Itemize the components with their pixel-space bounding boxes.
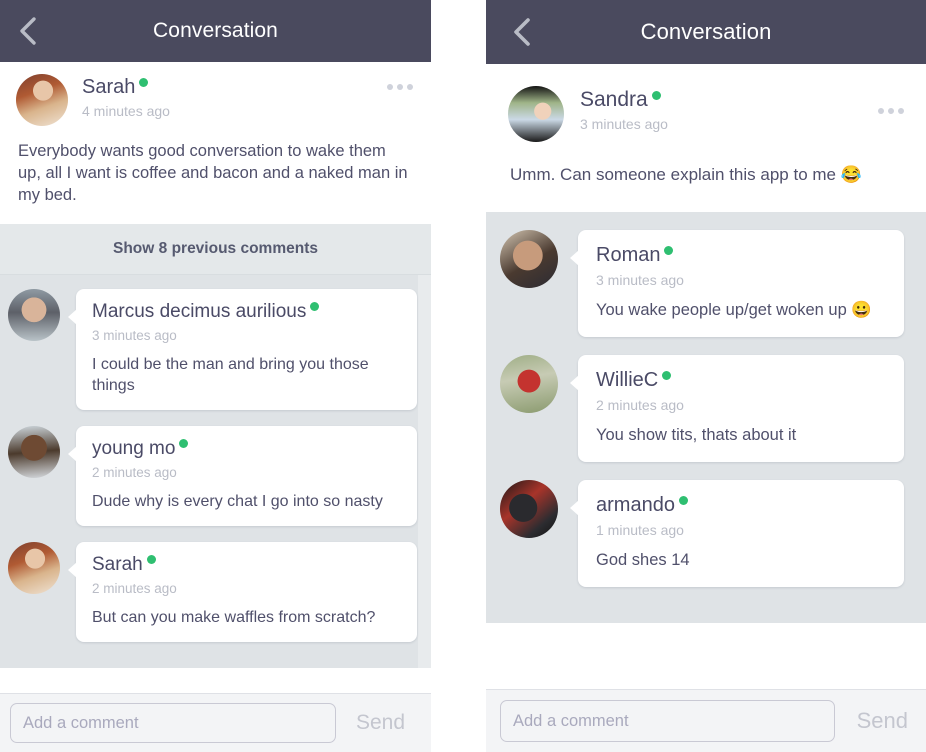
comment-text: I could be the man and bring you those t… xyxy=(92,356,369,394)
thread-scroll-right[interactable]: Sandra 3 minutes ago Umm. Can someone ex… xyxy=(486,64,926,689)
screenshot-stage: Conversation Sarah 4 minutes ago Everybo… xyxy=(0,0,926,752)
comment-item: Sarah 2 minutes ago But can you make waf… xyxy=(0,542,431,658)
more-options-icon[interactable] xyxy=(387,84,413,90)
comment-author[interactable]: WillieC xyxy=(596,369,658,392)
conversation-panel-left: Conversation Sarah 4 minutes ago Everybo… xyxy=(0,0,431,752)
comment-bubble[interactable]: armando 1 minutes ago God shes 14 xyxy=(578,480,904,587)
comment-bubble-wrap: Marcus decimus aurilious 3 minutes ago I… xyxy=(76,289,417,410)
online-status-icon xyxy=(310,302,320,311)
post-timestamp: 4 minutes ago xyxy=(82,103,170,119)
comment-bubble[interactable]: Sarah 2 minutes ago But can you make waf… xyxy=(76,542,417,642)
comment-bubble-wrap: Sarah 2 minutes ago But can you make waf… xyxy=(76,542,417,642)
comment-timestamp: 2 minutes ago xyxy=(92,465,177,480)
comment-bubble-wrap: Roman 3 minutes ago You wake people up/g… xyxy=(578,230,904,337)
scrollbar-track[interactable] xyxy=(418,275,431,668)
nav-header-right: Conversation xyxy=(486,0,926,64)
dot xyxy=(397,84,403,90)
comment-bubble[interactable]: young mo 2 minutes ago Dude why is every… xyxy=(76,426,417,526)
dot xyxy=(888,108,894,114)
online-status-icon xyxy=(179,439,189,448)
avatar[interactable] xyxy=(8,542,60,594)
comments-list-right: Roman 3 minutes ago You wake people up/g… xyxy=(486,212,926,623)
post-author[interactable]: Sandra xyxy=(580,88,648,112)
avatar[interactable] xyxy=(8,289,60,341)
send-button[interactable]: Send xyxy=(835,708,912,734)
online-status-icon xyxy=(678,496,688,505)
comment-text: But can you make waffles from scratch? xyxy=(92,609,376,626)
comment-text: God shes 14 xyxy=(596,551,690,569)
nav-header-left: Conversation xyxy=(0,0,431,62)
more-options-icon[interactable] xyxy=(878,108,904,114)
post-timestamp: 3 minutes ago xyxy=(580,116,668,132)
comment-author[interactable]: Marcus decimus aurilious xyxy=(92,301,306,323)
thread-scroll-left[interactable]: Sarah 4 minutes ago Everybody wants good… xyxy=(0,62,431,693)
comment-author[interactable]: armando xyxy=(596,494,675,517)
show-previous-comments-button[interactable]: Show 8 previous comments xyxy=(0,224,431,275)
chevron-left-icon[interactable] xyxy=(14,17,42,45)
post-meta: Sandra 3 minutes ago xyxy=(580,86,668,132)
post-header: Sandra 3 minutes ago xyxy=(508,86,904,142)
comment-author[interactable]: young mo xyxy=(92,438,175,460)
original-post-right: Sandra 3 minutes ago Umm. Can someone ex… xyxy=(486,64,926,212)
online-status-icon xyxy=(139,78,149,87)
page-title: Conversation xyxy=(153,19,278,42)
post-meta: Sarah 4 minutes ago xyxy=(82,74,170,119)
comment-item: young mo 2 minutes ago Dude why is every… xyxy=(0,426,431,542)
avatar[interactable] xyxy=(500,355,558,413)
comment-text: You wake people up/get woken up 😀 xyxy=(596,301,872,319)
comment-author[interactable]: Roman xyxy=(596,244,660,267)
comment-input[interactable] xyxy=(500,700,835,742)
comment-bubble-wrap: armando 1 minutes ago God shes 14 xyxy=(578,480,904,587)
comment-author[interactable]: Sarah xyxy=(92,554,143,576)
comment-input[interactable] xyxy=(10,703,336,743)
comment-bubble-wrap: WillieC 2 minutes ago You show tits, tha… xyxy=(578,355,904,462)
dot xyxy=(407,84,413,90)
online-status-icon xyxy=(664,246,674,255)
comment-text: Dude why is every chat I go into so nast… xyxy=(92,493,383,510)
comment-timestamp: 3 minutes ago xyxy=(596,272,684,288)
comment-item: Marcus decimus aurilious 3 minutes ago I… xyxy=(0,289,431,426)
online-status-icon xyxy=(651,91,661,100)
dot xyxy=(387,84,393,90)
send-button[interactable]: Send xyxy=(336,711,421,735)
avatar[interactable] xyxy=(500,480,558,538)
comment-bubble-wrap: young mo 2 minutes ago Dude why is every… xyxy=(76,426,417,526)
comment-timestamp: 2 minutes ago xyxy=(92,581,177,596)
post-header: Sarah 4 minutes ago xyxy=(16,74,415,126)
avatar[interactable] xyxy=(16,74,68,126)
conversation-panel-right: Conversation Sandra 3 minutes ago Umm. C… xyxy=(486,0,926,752)
composer-bar-right: Send xyxy=(486,689,926,752)
comment-timestamp: 3 minutes ago xyxy=(92,328,177,343)
avatar[interactable] xyxy=(8,426,60,478)
composer-bar-left: Send xyxy=(0,693,431,752)
post-author[interactable]: Sarah xyxy=(82,76,135,99)
original-post-left: Sarah 4 minutes ago Everybody wants good… xyxy=(0,62,431,224)
comment-text: You show tits, thats about it xyxy=(596,426,797,444)
page-title: Conversation xyxy=(640,19,772,44)
comment-item: armando 1 minutes ago God shes 14 xyxy=(486,480,926,605)
post-body: Everybody wants good conversation to wak… xyxy=(18,142,408,204)
avatar[interactable] xyxy=(500,230,558,288)
comment-bubble[interactable]: WillieC 2 minutes ago You show tits, tha… xyxy=(578,355,904,462)
comment-bubble[interactable]: Marcus decimus aurilious 3 minutes ago I… xyxy=(76,289,417,410)
online-status-icon xyxy=(146,555,156,564)
comment-item: Roman 3 minutes ago You wake people up/g… xyxy=(486,230,926,355)
comment-bubble[interactable]: Roman 3 minutes ago You wake people up/g… xyxy=(578,230,904,337)
comment-timestamp: 1 minutes ago xyxy=(596,522,684,538)
avatar[interactable] xyxy=(508,86,564,142)
dot xyxy=(898,108,904,114)
post-body: Umm. Can someone explain this app to me … xyxy=(510,165,862,184)
dot xyxy=(878,108,884,114)
comments-list-left: Marcus decimus aurilious 3 minutes ago I… xyxy=(0,275,431,668)
chevron-left-icon[interactable] xyxy=(508,18,536,46)
comment-item: WillieC 2 minutes ago You show tits, tha… xyxy=(486,355,926,480)
online-status-icon xyxy=(662,371,672,380)
comment-timestamp: 2 minutes ago xyxy=(596,397,684,413)
